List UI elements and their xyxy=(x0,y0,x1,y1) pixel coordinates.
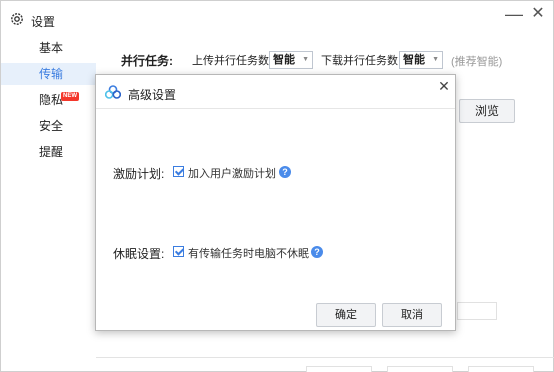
sidebar-item-privacy[interactable]: 隐私 NEW xyxy=(1,89,96,111)
parallel-tasks-label: 并行任务: xyxy=(121,54,173,68)
sidebar-item-label: 基本 xyxy=(39,41,64,55)
download-parallel-value: 智能 xyxy=(403,54,425,66)
incentive-plan-label: 激励计划: xyxy=(113,167,165,181)
browse-button[interactable]: 浏览 xyxy=(459,99,515,123)
window-title: 设置 xyxy=(31,15,56,29)
sidebar-item-transfer[interactable]: 传输 xyxy=(1,63,96,85)
close-icon[interactable]: ✕ xyxy=(527,4,549,26)
input-field-partial[interactable] xyxy=(457,302,497,320)
dropdown-arrow-icon: ▼ xyxy=(432,56,439,63)
dropdown-arrow-icon: ▼ xyxy=(302,56,309,63)
download-parallel-select[interactable]: 智能 ▼ xyxy=(399,51,443,69)
minimize-icon[interactable]: — xyxy=(503,4,525,26)
sidebar-item-reminder[interactable]: 提醒 xyxy=(1,141,96,163)
dialog-title: 高级设置 xyxy=(128,88,177,102)
footer-button-partial[interactable] xyxy=(306,366,372,372)
footer-button-partial[interactable] xyxy=(387,366,453,372)
sidebar-item-label: 安全 xyxy=(39,119,64,133)
upload-parallel-value: 智能 xyxy=(273,54,295,66)
new-badge: NEW xyxy=(61,92,79,101)
upload-parallel-label: 上传并行任务数 xyxy=(192,55,269,67)
gear-icon xyxy=(11,13,23,25)
confirm-button[interactable]: 确定 xyxy=(316,303,376,327)
incentive-checkbox-label: 加入用户激励计划 xyxy=(188,168,276,180)
title-bar: 设置 — ✕ xyxy=(1,1,553,37)
upload-parallel-select[interactable]: 智能 ▼ xyxy=(269,51,313,69)
cloud-logo-icon xyxy=(105,85,121,99)
advanced-settings-dialog: 高级设置 ✕ 激励计划: 加入用户激励计划 ? 休眠设置: 有传输任务时电脑不休… xyxy=(95,74,456,331)
sidebar-item-label: 传输 xyxy=(39,67,64,81)
help-icon[interactable]: ? xyxy=(279,166,291,178)
sidebar-item-basic[interactable]: 基本 xyxy=(1,37,96,59)
sidebar-item-security[interactable]: 安全 xyxy=(1,115,96,137)
recommend-hint: (推荐智能) xyxy=(451,56,503,68)
footer-button-partial[interactable] xyxy=(468,366,534,372)
dialog-title-bar: 高级设置 ✕ xyxy=(96,75,455,109)
sleep-checkbox[interactable] xyxy=(173,246,184,257)
incentive-checkbox[interactable] xyxy=(173,166,184,177)
help-icon[interactable]: ? xyxy=(311,246,323,258)
sidebar-item-label: 提醒 xyxy=(39,145,64,159)
sidebar-item-label: 隐私 xyxy=(39,93,64,107)
sidebar: 基本 传输 隐私 NEW 安全 提醒 xyxy=(1,37,96,372)
sleep-settings-label: 休眠设置: xyxy=(113,247,165,261)
download-parallel-label: 下载并行任务数 xyxy=(321,55,398,67)
close-icon[interactable]: ✕ xyxy=(436,79,452,95)
sleep-checkbox-label: 有传输任务时电脑不休眠 xyxy=(188,248,309,260)
cancel-button[interactable]: 取消 xyxy=(382,303,442,327)
footer-divider xyxy=(96,357,554,358)
